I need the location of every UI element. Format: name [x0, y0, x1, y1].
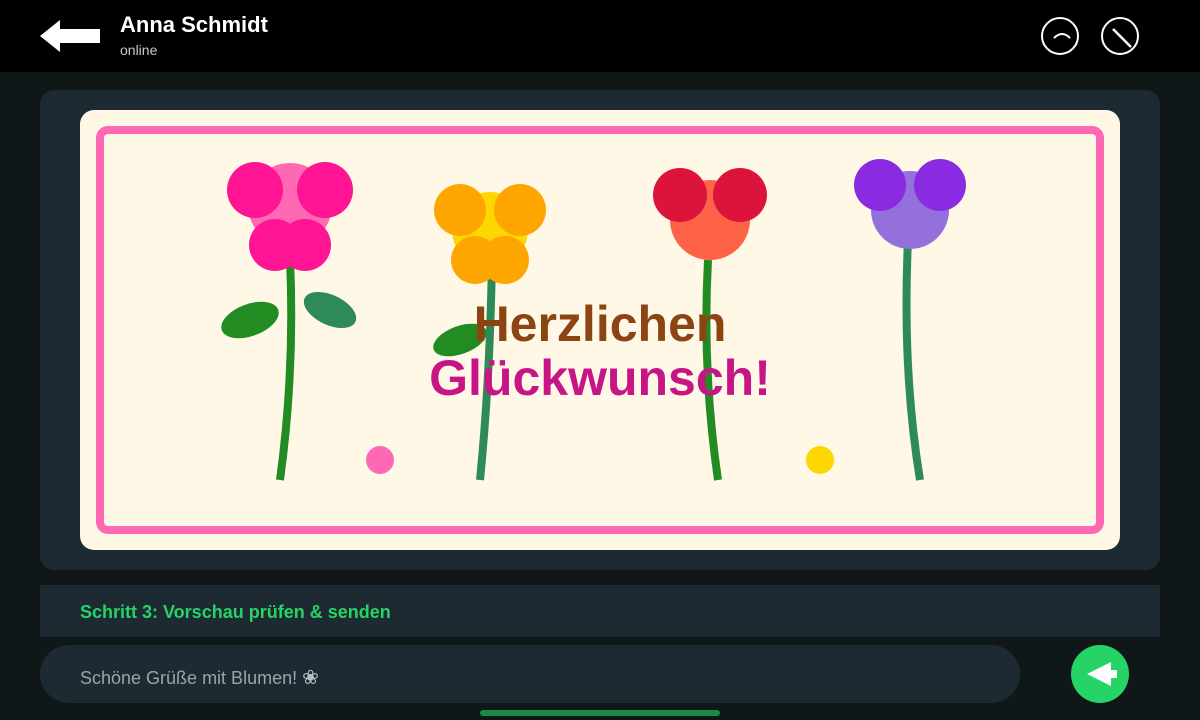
home-indicator[interactable] — [480, 710, 720, 716]
greeting-line-2: Glückwunsch! — [429, 350, 771, 406]
top-bar: Anna Schmidt online — [0, 0, 1200, 72]
block-button[interactable] — [1101, 17, 1139, 55]
flower-emoji-icon: ❀ — [302, 667, 319, 689]
call-button[interactable] — [1041, 17, 1079, 55]
contact-name[interactable]: Anna Schmidt — [120, 12, 268, 38]
back-button[interactable] — [38, 18, 102, 54]
contact-status: online — [120, 42, 158, 58]
step-label: Schritt 3: Vorschau prüfen & senden — [80, 602, 391, 622]
arrow-left-icon — [40, 20, 100, 52]
confetti-dot — [806, 446, 834, 474]
send-icon — [1087, 662, 1117, 686]
step-bar: Schritt 3: Vorschau prüfen & senden — [40, 585, 1160, 637]
preview-panel: Herzlichen Glückwunsch! — [40, 90, 1160, 570]
message-value: Schöne Grüße mit Blumen! — [80, 668, 298, 688]
block-icon — [1112, 28, 1132, 48]
message-input[interactable]: Schöne Grüße mit Blumen! ❀ — [40, 645, 1020, 703]
phone-icon — [1053, 33, 1071, 39]
confetti-dot — [366, 446, 394, 474]
message-text: Schöne Grüße mit Blumen! ❀ — [80, 665, 319, 690]
greeting-card[interactable]: Herzlichen Glückwunsch! — [80, 110, 1120, 550]
send-button[interactable] — [1071, 645, 1129, 703]
greeting-line-1: Herzlichen — [473, 296, 727, 352]
